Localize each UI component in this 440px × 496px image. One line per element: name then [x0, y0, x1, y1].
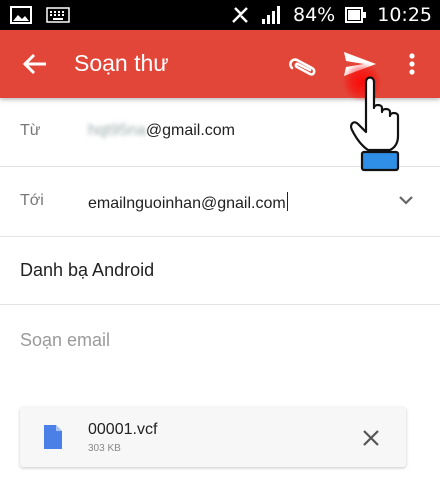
attachment-card[interactable]: 00001.vcf 303 KB	[20, 407, 406, 467]
back-arrow-icon[interactable]	[20, 50, 50, 78]
subject-input[interactable]: Danh bạ Android	[20, 260, 154, 281]
battery-icon	[345, 7, 367, 23]
mute-icon	[232, 7, 248, 23]
from-domain: @gmail.com	[145, 122, 235, 139]
to-input[interactable]: emailnguoinhan@gnail.com	[88, 192, 288, 213]
battery-percent: 84%	[293, 4, 336, 26]
keyboard-icon	[46, 7, 70, 23]
attachment-file-name: 00001.vcf	[88, 421, 158, 438]
document-icon	[44, 425, 62, 449]
text-cursor	[286, 192, 288, 211]
to-row: Tới emailnguoinhan@gnail.com	[0, 166, 440, 237]
subject-row[interactable]: Danh bạ Android	[0, 236, 440, 305]
image-icon	[10, 6, 32, 24]
page-title: Soạn thư	[74, 50, 169, 76]
attachment-file-size: 303 KB	[88, 443, 121, 454]
to-value: emailnguoinhan@gnail.com	[88, 195, 286, 212]
to-label: Tới	[20, 192, 44, 209]
from-address: hqt95na@gmail.com	[88, 122, 235, 140]
clock: 10:25	[377, 4, 432, 26]
status-bar: 84% 10:25	[0, 0, 440, 30]
pointing-hand-icon	[350, 76, 400, 172]
close-icon[interactable]	[362, 429, 380, 447]
attachment-icon[interactable]	[286, 50, 322, 78]
compose-body-input[interactable]: Soạn email	[20, 330, 110, 351]
chevron-down-icon[interactable]	[398, 194, 414, 206]
from-label: Từ	[20, 122, 41, 139]
from-name-blurred: hqt95na	[88, 122, 146, 139]
signal-icon	[262, 6, 280, 24]
